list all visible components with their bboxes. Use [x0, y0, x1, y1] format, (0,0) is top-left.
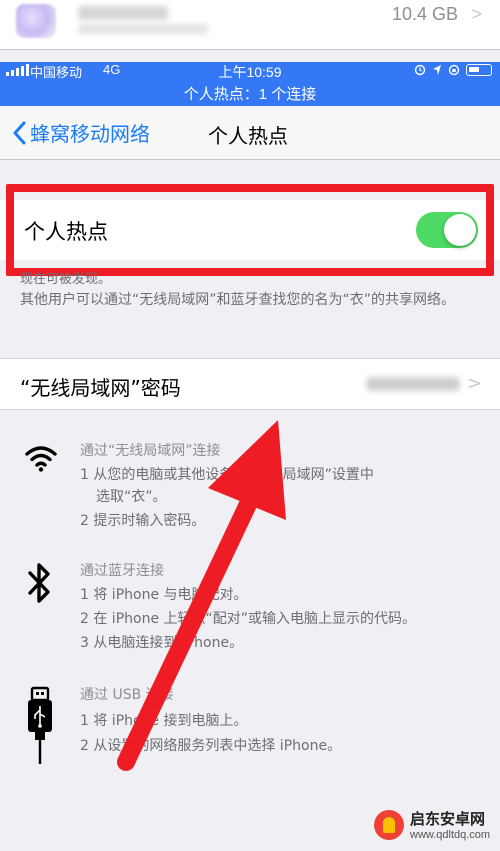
watermark-url: www.qdltdq.com: [410, 829, 491, 841]
site-watermark: 启东安卓网 www.qdltdq.com: [374, 808, 490, 841]
watermark-logo: [374, 809, 404, 840]
watermark-name: 启东安卓网: [410, 810, 486, 828]
red-arrow-annotation: [117, 420, 286, 771]
